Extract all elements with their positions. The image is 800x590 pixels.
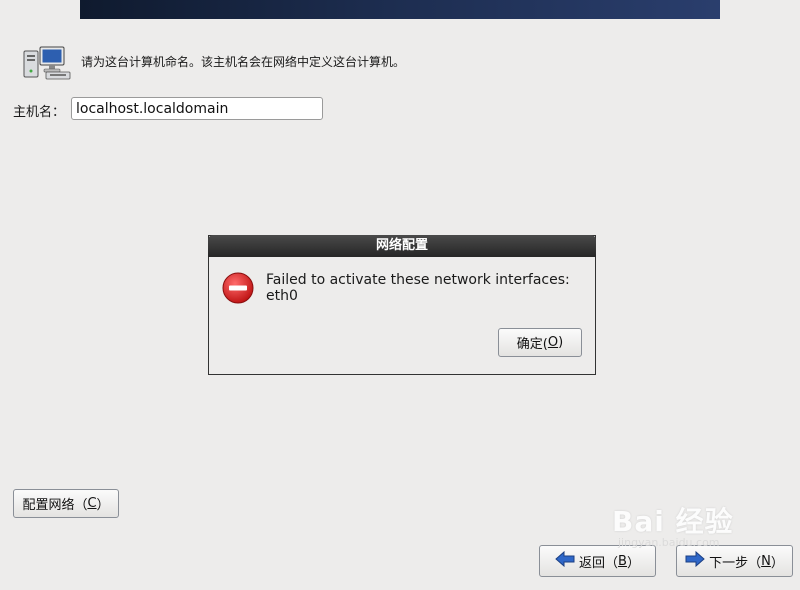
back-tail: ） <box>626 555 640 571</box>
ok-label: 确定( <box>516 337 548 352</box>
back-label: 返回（ <box>579 555 619 571</box>
baidu-jingyan-watermark: Bai 经验 jingyan.baidu.com <box>612 500 734 549</box>
arrow-left-icon <box>555 550 575 571</box>
next-accel: N <box>761 553 771 569</box>
configure-network-tail: ） <box>96 498 110 513</box>
configure-network-label: 配置网络（ <box>22 498 88 513</box>
next-tail: ） <box>770 555 784 571</box>
error-stop-icon <box>222 272 254 304</box>
top-banner <box>80 0 720 19</box>
ok-button[interactable]: 确定(O) <box>498 328 582 357</box>
back-button[interactable]: 返回（ B） <box>539 545 656 577</box>
ok-tail: ) <box>558 335 564 350</box>
instruction-text: 请为这台计算机命名。该主机名会在网络中定义这台计算机。 <box>81 55 406 69</box>
network-computers-icon <box>22 45 72 81</box>
configure-network-accel: C <box>87 496 97 511</box>
hostname-label: 主机名： <box>13 105 66 120</box>
configure-network-button[interactable]: 配置网络（ C） <box>13 489 119 518</box>
ok-accel: O <box>547 335 559 350</box>
arrow-right-icon <box>685 550 705 571</box>
dialog-title: 网络配置 <box>208 235 596 257</box>
back-accel: B <box>618 553 627 569</box>
hostname-input[interactable] <box>71 97 323 120</box>
dialog-message: Failed to activate these network interfa… <box>266 272 570 304</box>
next-label: 下一步（ <box>709 555 762 571</box>
next-button[interactable]: 下一步（ N） <box>676 545 793 577</box>
watermark-brand: Bai 经验 <box>612 505 734 538</box>
network-config-dialog: 网络配置 Failed to activate these network in… <box>208 235 596 375</box>
